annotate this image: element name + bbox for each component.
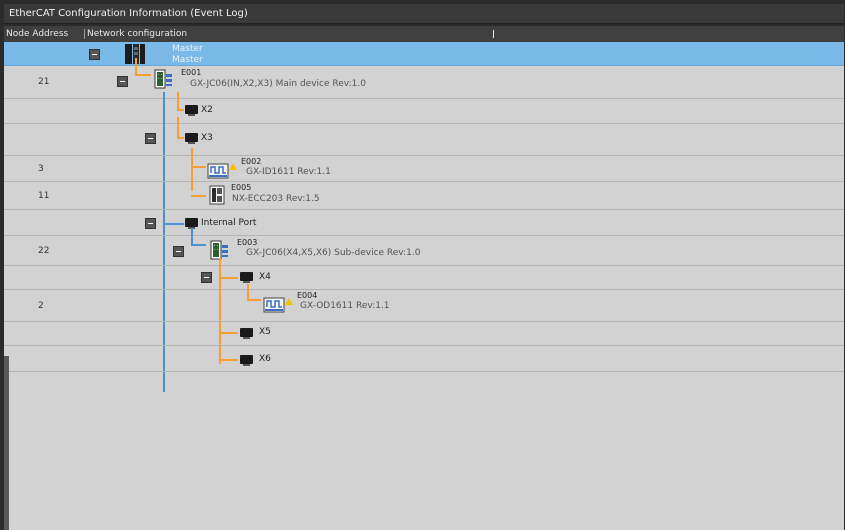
tree-row-e004[interactable]: 2 E004 GX-OD1611 Rev:1.1 (4, 284, 844, 322)
collapse-icon[interactable] (145, 218, 156, 229)
coupler-icon (209, 185, 225, 205)
link-line (135, 58, 137, 74)
tree-row-x5[interactable]: X5 (4, 322, 844, 346)
tree-row-e002[interactable]: 3 E002 GX-ID1611 Rev:1.1 (4, 148, 844, 191)
device-id: E005 (231, 183, 252, 192)
port-icon (185, 133, 198, 144)
link-line (219, 346, 221, 360)
device-id: E003 (237, 238, 258, 247)
link-line (247, 284, 249, 300)
link-line (219, 277, 238, 279)
device-description: GX-OD1611 Rev:1.1 (300, 301, 390, 311)
link-line (177, 117, 179, 138)
column-network-configuration[interactable]: Network configuration (87, 26, 187, 42)
link-line (191, 228, 193, 244)
warning-icon (285, 298, 293, 305)
warning-icon (229, 163, 237, 170)
port-icon (185, 218, 198, 229)
junction-slave-icon (210, 240, 228, 260)
link-line (177, 109, 184, 111)
port-icon (240, 272, 253, 283)
link-line (163, 223, 184, 225)
link-line (219, 332, 238, 334)
column-node-address[interactable]: Node Address (6, 26, 68, 42)
tree-rows: Master Master 21 E001 GX-JC06(IN,X2,X3) … (4, 42, 844, 530)
port-label: X2 (201, 105, 213, 115)
node-address: 21 (38, 77, 50, 87)
device-description: GX-ID1611 Rev:1.1 (246, 167, 331, 177)
tree-row-x3[interactable]: X3 (4, 117, 844, 156)
node-address: 3 (38, 164, 44, 174)
node-address: 11 (38, 191, 50, 201)
event-log-panel: EtherCAT Configuration Information (Even… (0, 0, 845, 530)
tree-row-internal-port[interactable]: Internal Port (4, 210, 844, 236)
master-name: Master (172, 44, 203, 54)
tree-row-x2[interactable]: X2 (4, 92, 844, 392)
node-address: 22 (38, 246, 50, 256)
port-icon (240, 328, 253, 339)
column-divider[interactable] (84, 29, 85, 39)
port-label: X5 (259, 327, 271, 337)
port-icon (185, 105, 198, 116)
collapse-icon[interactable] (117, 76, 128, 87)
collapse-icon[interactable] (89, 49, 100, 60)
link-line (191, 244, 206, 246)
network-tree-view[interactable]: Node Address Network configuration Maste… (4, 26, 844, 530)
port-label: X4 (259, 272, 271, 282)
link-line (191, 195, 206, 197)
link-line (247, 299, 261, 301)
device-description: NX-ECC203 Rev:1.5 (232, 194, 320, 204)
device-description: GX-JC06(X4,X5,X6) Sub-device Rev:1.0 (246, 248, 421, 258)
device-description: GX-JC06(IN,X2,X3) Main device Rev:1.0 (190, 79, 366, 89)
node-address: 2 (38, 301, 44, 311)
port-label: X3 (201, 133, 213, 143)
window-title: EtherCAT Configuration Information (Even… (4, 4, 844, 24)
io-module-icon (207, 163, 229, 179)
tree-row-e001[interactable]: 21 E001 GX-JC06(IN,X2,X3) Main device Re… (4, 58, 844, 99)
column-header: Node Address Network configuration (4, 26, 844, 42)
link-line (177, 137, 184, 139)
tree-row-e005[interactable]: 11 E005 NX-ECC203 Rev:1.5 (4, 182, 844, 210)
column-resize-handle[interactable] (493, 30, 494, 38)
device-id: E002 (241, 157, 262, 166)
collapse-icon[interactable] (145, 133, 156, 144)
link-line (219, 359, 238, 361)
port-label: X6 (259, 354, 271, 364)
port-label: Internal Port (201, 218, 257, 228)
collapse-icon[interactable] (201, 272, 212, 283)
device-id: E004 (297, 291, 318, 300)
collapse-icon[interactable] (173, 246, 184, 257)
tree-row-x6[interactable]: X6 (4, 346, 844, 372)
link-line (135, 74, 151, 76)
master-sub-label: Master (172, 55, 203, 65)
tree-row-x4[interactable]: X4 (4, 258, 844, 364)
port-icon (240, 355, 253, 366)
device-id: E001 (181, 68, 202, 77)
tree-row-master[interactable]: Master Master (4, 42, 844, 66)
link-line (177, 92, 179, 110)
scroll-edge (4, 356, 9, 530)
junction-slave-icon (154, 69, 172, 89)
io-module-icon (263, 297, 285, 313)
link-line (191, 166, 206, 168)
tree-row-e003[interactable]: 22 E003 GX-JC06(X4,X5,X6) Sub-device Rev… (4, 228, 844, 266)
